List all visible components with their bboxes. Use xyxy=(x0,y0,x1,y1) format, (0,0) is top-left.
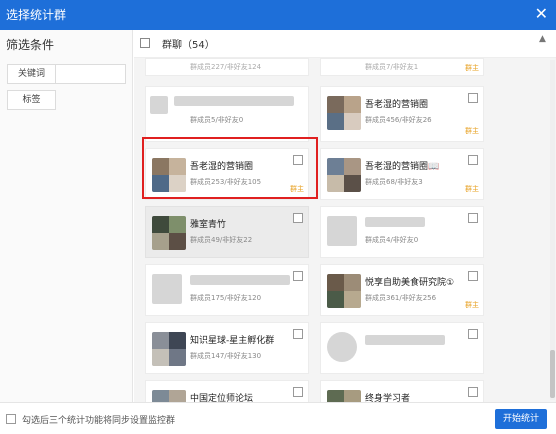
tag-filter-button[interactable]: 标签 xyxy=(7,90,56,110)
scrollbar[interactable] xyxy=(550,60,555,400)
filter-sidebar: 筛选条件 关键词 标签 xyxy=(0,30,133,402)
group-avatar xyxy=(327,274,361,308)
group-stats: 群成员7/非好友1 xyxy=(365,63,419,71)
group-stats: 群成员49/非好友22 xyxy=(190,236,253,244)
group-checkbox[interactable] xyxy=(468,329,478,339)
group-checkbox[interactable] xyxy=(468,93,478,103)
group-stats: 群成员361/非好友256 xyxy=(365,294,437,302)
group-name: 中国定位师论坛 xyxy=(190,394,254,402)
group-checkbox[interactable] xyxy=(468,213,478,223)
group-stats: 群成员68/非好友3 xyxy=(365,178,423,186)
start-stats-button[interactable]: 开始统计 xyxy=(495,409,547,429)
group-name: 终身学习者 xyxy=(365,394,411,402)
group-card-blurred[interactable]: 群成员175/非好友120 xyxy=(145,264,309,316)
group-checkbox[interactable] xyxy=(468,387,478,397)
owner-badge: 群主 xyxy=(465,127,479,135)
sync-monitor-checkbox[interactable] xyxy=(6,414,16,424)
group-card[interactable]: 悦享自助美食研究院① 群成员361/非好友256 群主 xyxy=(320,264,484,316)
sync-monitor-label: 勾选后三个统计功能将同步设置监控群 xyxy=(22,416,176,426)
blurred-name xyxy=(365,217,425,227)
group-list-panel: 群聊（54） ▲ 群成员227/非好友124 群成员7/非好友1 群主 群成员5… xyxy=(134,30,556,402)
group-card-blurred[interactable]: 群成员4/非好友0 xyxy=(320,206,484,258)
group-card[interactable]: 知识星球-星主孵化群 群成员147/非好友130 xyxy=(145,322,309,374)
close-icon[interactable]: ✕ xyxy=(535,0,548,28)
group-card-blurred[interactable]: 群成员5/非好友0 xyxy=(145,86,309,142)
group-count-label: 群聊（54） xyxy=(162,40,215,51)
owner-badge: 群主 xyxy=(465,185,479,193)
group-checkbox[interactable] xyxy=(293,329,303,339)
group-stats: 群成员456/非好友26 xyxy=(365,116,432,124)
owner-badge: 群主 xyxy=(465,64,479,72)
group-stats: 群成员5/非好友0 xyxy=(190,116,244,124)
blurred-avatar xyxy=(150,96,168,114)
group-avatar xyxy=(327,96,361,130)
group-card[interactable]: 终身学习者 xyxy=(320,380,484,402)
group-card[interactable]: 中国定位师论坛 xyxy=(145,380,309,402)
highlight-box xyxy=(142,137,318,199)
group-stats: 群成员4/非好友0 xyxy=(365,236,419,244)
group-checkbox[interactable] xyxy=(293,387,303,397)
group-card-partial[interactable]: 群成员227/非好友124 xyxy=(145,58,309,76)
scroll-up-icon[interactable]: ▲ xyxy=(539,34,546,44)
group-avatar xyxy=(152,390,186,402)
group-stats: 群成员175/非好友120 xyxy=(190,294,262,302)
owner-badge: 群主 xyxy=(465,301,479,309)
group-name: 雅室青竹 xyxy=(190,220,227,230)
group-card-partial[interactable]: 群成员7/非好友1 群主 xyxy=(320,58,484,76)
group-stats: 群成员227/非好友124 xyxy=(190,63,262,71)
group-checkbox[interactable] xyxy=(293,213,303,223)
group-checkbox[interactable] xyxy=(468,271,478,281)
filter-heading: 筛选条件 xyxy=(6,38,55,52)
blurred-avatar xyxy=(327,332,357,362)
group-stats: 群成员147/非好友130 xyxy=(190,352,262,360)
list-header: 群聊（54） ▲ xyxy=(134,30,556,58)
select-all-checkbox[interactable] xyxy=(140,38,150,48)
group-checkbox[interactable] xyxy=(468,155,478,165)
group-name: 知识星球-星主孵化群 xyxy=(190,336,275,346)
group-avatar xyxy=(152,216,186,250)
group-name: 悦享自助美食研究院① xyxy=(365,278,455,288)
blurred-name xyxy=(365,335,445,345)
keyword-label: 关键词 xyxy=(7,64,56,84)
group-name: 吾老湿的营销圈📖 xyxy=(365,162,440,172)
blurred-name xyxy=(190,275,290,285)
group-card[interactable]: 吾老湿的营销圈 群成员456/非好友26 群主 xyxy=(320,86,484,142)
blurred-name xyxy=(174,96,294,106)
group-checkbox[interactable] xyxy=(293,271,303,281)
group-avatar xyxy=(327,390,361,402)
group-avatar xyxy=(152,332,186,366)
keyword-input[interactable] xyxy=(56,64,126,84)
group-card-blurred[interactable] xyxy=(320,322,484,374)
window-title: 选择统计群 xyxy=(6,8,67,22)
footer-bar: 勾选后三个统计功能将同步设置监控群 开始统计 xyxy=(0,402,556,434)
blurred-avatar xyxy=(327,216,357,246)
group-avatar xyxy=(327,158,361,192)
group-card[interactable]: 雅室青竹 群成员49/非好友22 xyxy=(145,206,309,258)
group-name: 吾老湿的营销圈 xyxy=(365,100,429,110)
scrollbar-thumb[interactable] xyxy=(550,350,555,398)
window-titlebar: 选择统计群 ✕ xyxy=(0,0,556,30)
group-card[interactable]: 吾老湿的营销圈📖 群成员68/非好友3 群主 xyxy=(320,148,484,200)
blurred-avatar xyxy=(152,274,182,304)
